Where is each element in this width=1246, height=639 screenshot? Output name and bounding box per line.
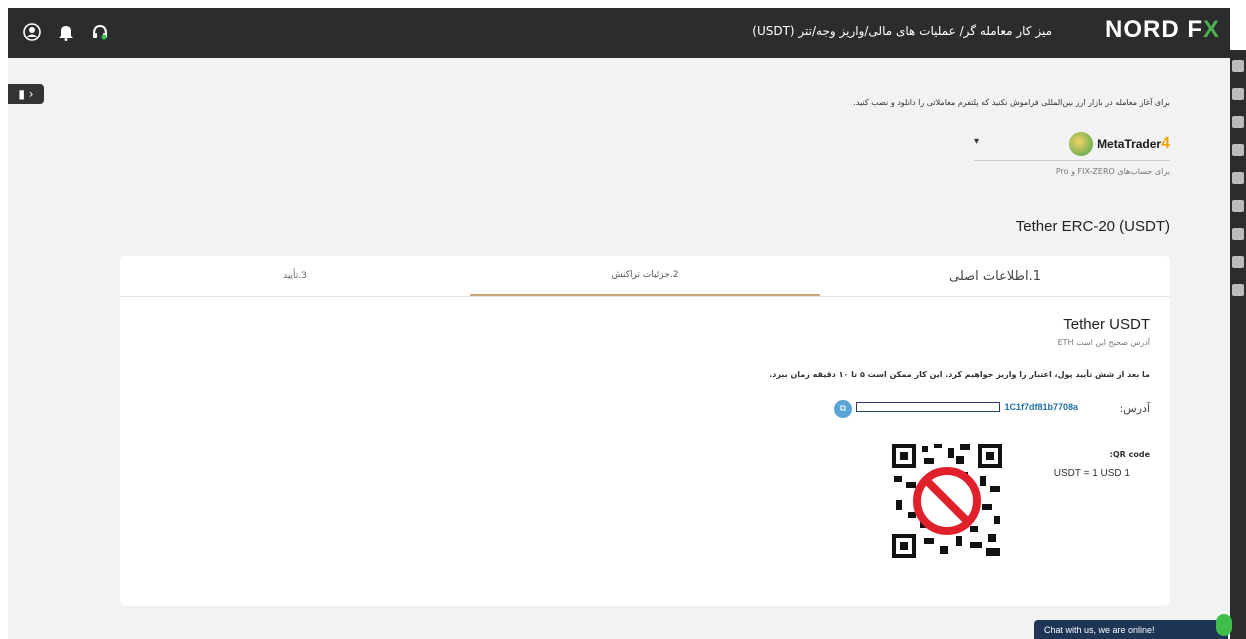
headset-icon[interactable] <box>90 22 110 42</box>
metatrader-icon <box>1069 132 1094 156</box>
address-value[interactable]: 1C1f7df81b7708a <box>1004 402 1078 412</box>
qr-code <box>890 442 1004 560</box>
tab-transaction-details[interactable]: 2.جزئیات تراکنش <box>470 256 820 296</box>
bell-icon[interactable] <box>56 22 76 42</box>
page-title: Tether ERC-20 (USDT) <box>1015 218 1170 235</box>
copy-address-button[interactable]: ⧉ <box>834 400 852 418</box>
document-icon[interactable] <box>1232 256 1244 268</box>
chart-icon[interactable] <box>1232 172 1244 184</box>
metatrader-logo: MetaTrader4 <box>1069 132 1170 156</box>
home-icon[interactable] <box>1232 60 1244 72</box>
currency-subtitle: آدرس صحیح این است ETH <box>1057 338 1150 347</box>
chat-icon[interactable] <box>1232 284 1244 296</box>
tools-icon[interactable] <box>1232 144 1244 156</box>
confirmation-info: ما بعد از شش تأیید پول، اعتبار را واریز … <box>769 370 1150 379</box>
breadcrumb[interactable]: میز کار معامله گر/ عملیات های مالی/واریز… <box>752 24 1052 38</box>
right-sidebar <box>1230 50 1246 639</box>
finance-icon[interactable] <box>1232 88 1244 100</box>
platform-name: MetaTrader4 <box>1097 135 1170 152</box>
logo-text: NORD F <box>1104 16 1203 43</box>
platform-subtitle: برای حساب‌های FIX-ZERO و Pro <box>1055 167 1170 176</box>
chat-status-icon <box>1216 614 1232 636</box>
address-redaction <box>856 402 1000 412</box>
nordfx-logo[interactable]: NORD FX <box>1105 16 1220 44</box>
wallet-toggle-icon: ▮ › <box>18 87 34 101</box>
topbar-icons <box>22 22 110 42</box>
deposit-card: 1.اطلاعات اصلی 2.جزئیات تراکنش 3.تأیید T… <box>120 256 1170 606</box>
sidebar-toggle-button[interactable]: ▮ › <box>8 84 44 104</box>
chevron-down-icon: ▾ <box>974 136 980 147</box>
tab-confirm[interactable]: 3.تأیید <box>120 256 470 296</box>
logo-x: X <box>1202 16 1220 43</box>
chat-label: Chat with us, we are online! <box>1044 624 1155 635</box>
address-label: آدرس: <box>1119 402 1150 415</box>
megaphone-icon[interactable] <box>1232 200 1244 212</box>
platform-select[interactable]: ▾ MetaTrader4 <box>974 128 1170 161</box>
wallet-icon[interactable] <box>1232 116 1244 128</box>
exchange-rate: USDT = 1 USD 1 <box>1053 468 1130 479</box>
platform-notice: برای آغاز معامله در بازار ارز بین‌المللی… <box>853 98 1170 107</box>
copy-icon: ⧉ <box>839 404 847 414</box>
top-navbar: میز کار معامله گر/ عملیات های مالی/واریز… <box>8 0 1230 58</box>
qr-label: :QR code <box>1109 450 1150 459</box>
currency-title: Tether USDT <box>1063 316 1150 333</box>
user-icon[interactable] <box>22 22 42 42</box>
step-tabs: 1.اطلاعات اصلی 2.جزئیات تراکنش 3.تأیید <box>120 256 1170 297</box>
tab-main-info[interactable]: 1.اطلاعات اصلی <box>820 256 1170 296</box>
chat-widget[interactable]: Chat with us, we are online! <box>1034 614 1232 639</box>
help-icon[interactable] <box>1232 228 1244 240</box>
